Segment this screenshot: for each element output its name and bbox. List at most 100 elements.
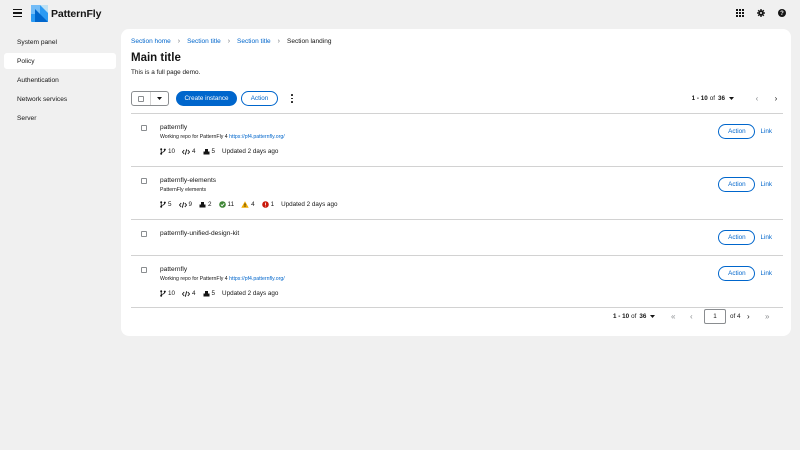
updated-text: Updated 2 days ago: [222, 148, 279, 155]
patternfly-logo-icon: [31, 5, 48, 22]
row-action-button[interactable]: Action: [718, 177, 756, 192]
row-action-button[interactable]: Action: [718, 124, 756, 139]
pagination-toggle[interactable]: 1 - 10 of 36: [613, 309, 656, 324]
breadcrumb-link-section-home[interactable]: Section home: [131, 38, 171, 45]
list-item: patternfly Working repo for PatternFly 4…: [131, 255, 783, 308]
last-page-button[interactable]: »: [765, 309, 769, 324]
page-description: This is a full page demo.: [131, 69, 201, 76]
sidebar-item-network-services[interactable]: Network services: [4, 91, 116, 107]
warning-triangle-icon: [241, 201, 249, 208]
code-count: 4: [192, 148, 196, 155]
row-meta: 5 9 2 11 4 1 Updated 2 days ago: [160, 201, 345, 208]
code-count: 4: [192, 290, 196, 297]
caret-down-icon[interactable]: [151, 92, 168, 105]
row-name: patternfly-unified-design-kit: [160, 230, 240, 237]
warning-count: 4: [251, 201, 255, 208]
row-name: patternfly-elements: [160, 177, 217, 184]
updated-text: Updated 2 days ago: [222, 290, 279, 297]
breadcrumb: Section home › Section title › Section t…: [131, 38, 331, 45]
chevron-right-icon: ›: [177, 38, 181, 45]
gear-icon[interactable]: [756, 8, 766, 18]
help-icon[interactable]: ?: [777, 8, 787, 18]
code-branch-icon: [160, 290, 166, 297]
row-name: patternfly: [160, 266, 188, 273]
row-checkbox[interactable]: [141, 231, 147, 237]
row-description: PatternFly elements: [160, 187, 207, 193]
code-branch-icon: [160, 201, 166, 208]
sidebar-item-label: System panel: [17, 38, 57, 46]
brand-name: PatternFly: [51, 7, 102, 20]
row-link[interactable]: Link: [760, 181, 772, 188]
pagination-bottom: 1 - 10 of 36 « ‹ 1 of 4 › »: [131, 309, 783, 324]
previous-page-button[interactable]: ‹: [750, 94, 764, 103]
menu-icon[interactable]: [13, 9, 22, 17]
sidebar-item-label: Authentication: [17, 76, 59, 84]
sidebar-item-server[interactable]: Server: [4, 110, 116, 126]
check-circle-icon: [218, 201, 226, 208]
row-checkbox[interactable]: [141, 178, 147, 184]
next-page-button[interactable]: ›: [769, 94, 783, 103]
code-branch-icon: [160, 148, 166, 155]
code-icon: [182, 148, 191, 155]
sidebar-item-label: Policy: [17, 57, 35, 65]
row-link[interactable]: Link: [760, 128, 772, 135]
code-icon: [178, 201, 187, 208]
row-link[interactable]: Link: [760, 270, 772, 277]
row-action-button[interactable]: Action: [718, 230, 756, 245]
first-page-button[interactable]: «: [671, 309, 675, 324]
row-meta: 10 4 5 Updated 2 days ago: [160, 290, 285, 297]
row-description-text: Working repo for PatternFly 4: [160, 134, 228, 140]
grid-icon[interactable]: [735, 8, 745, 18]
next-page-button[interactable]: ›: [747, 309, 750, 324]
sidebar-item-authentication[interactable]: Authentication: [4, 72, 116, 88]
row-description-link[interactable]: https://pf4.patternfly.org/: [229, 276, 285, 282]
list-item: patternfly Working repo for PatternFly 4…: [131, 113, 783, 166]
cubes-icon: [203, 148, 210, 154]
create-instance-button[interactable]: Create instance: [176, 91, 237, 106]
pagination-range: 1 - 10: [613, 313, 630, 320]
pagination-total: 36: [717, 95, 725, 102]
page-count-text: of 4: [730, 313, 741, 320]
page-title: Main title: [131, 52, 181, 64]
data-list: patternfly Working repo for PatternFly 4…: [131, 113, 783, 308]
breadcrumb-link-section-title-2[interactable]: Section title: [237, 38, 271, 45]
sidebar-nav: System panel Policy Authentication Netwo…: [0, 33, 120, 129]
previous-page-button[interactable]: ‹: [690, 309, 693, 324]
bulk-select-checkbox[interactable]: [138, 95, 144, 102]
row-description-link[interactable]: https://pf4.patternfly.org/: [229, 134, 285, 140]
brand-logo[interactable]: PatternFly: [31, 5, 101, 22]
row-link[interactable]: Link: [760, 234, 772, 241]
updated-text: Updated 2 days ago: [281, 201, 338, 208]
pagination-total: 36: [639, 313, 647, 320]
sidebar-item-policy[interactable]: Policy: [4, 53, 116, 69]
row-name: patternfly: [160, 124, 188, 131]
list-item: patternfly-elements PatternFly elements …: [131, 166, 783, 219]
bulk-select[interactable]: [131, 91, 169, 106]
breadcrumb-link-section-title[interactable]: Section title: [187, 38, 221, 45]
row-checkbox[interactable]: [141, 125, 147, 131]
pagination-of: of: [709, 95, 715, 102]
pagination-toggle[interactable]: 1 - 10 of 36: [692, 95, 734, 102]
kebab-icon[interactable]: [289, 94, 295, 103]
row-description: Working repo for PatternFly 4 https://pf…: [160, 276, 285, 282]
cubes-icon: [199, 201, 206, 207]
page-number-input[interactable]: 1: [704, 309, 726, 324]
sidebar-item-system-panel[interactable]: System panel: [4, 34, 116, 50]
pagination-of: of: [631, 313, 637, 320]
code-icon: [182, 290, 191, 297]
error-circle-icon: [261, 201, 269, 208]
branch-count: 5: [168, 201, 172, 208]
row-checkbox[interactable]: [141, 267, 147, 273]
error-count: 1: [270, 201, 275, 208]
row-description-text: Working repo for PatternFly 4: [160, 276, 228, 282]
toolbar: Create instance Action 1 - 10 of 36 ‹ ›: [131, 91, 783, 106]
row-action-button[interactable]: Action: [718, 266, 756, 281]
chevron-right-icon: ›: [227, 38, 231, 45]
breadcrumb-current: Section landing: [287, 38, 332, 45]
cube-count: 2: [208, 201, 212, 208]
branch-count: 10: [168, 290, 176, 297]
chevron-right-icon: ›: [277, 38, 280, 45]
sidebar-item-label: Server: [17, 114, 37, 122]
toolbar-action-button[interactable]: Action: [241, 91, 278, 106]
caret-down-icon: [729, 97, 734, 100]
